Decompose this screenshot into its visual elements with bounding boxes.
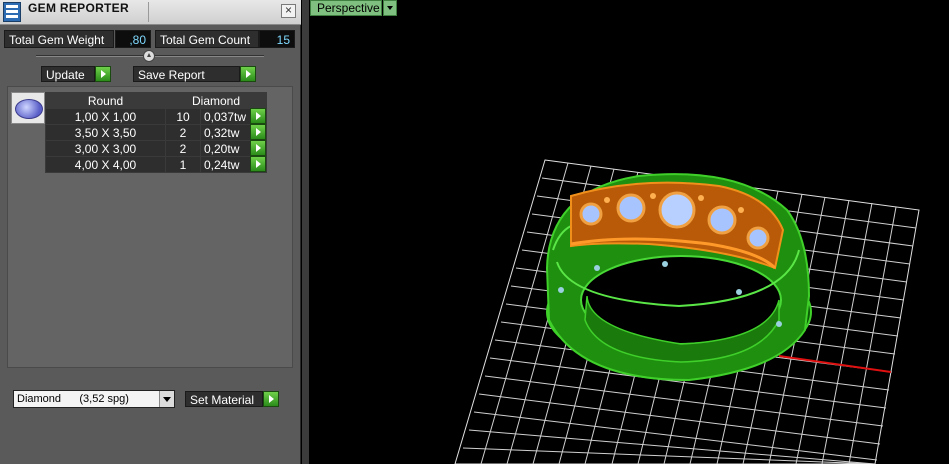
material-select[interactable]: Diamond (3,52 spg) xyxy=(13,390,175,408)
panel-divider[interactable] xyxy=(302,0,309,464)
gem-weight-cell: 0,20tw xyxy=(200,140,267,157)
gem-size: 3,00 X 3,00 xyxy=(45,140,166,157)
title-bar[interactable]: GEM REPORTER × xyxy=(0,0,301,25)
gem-count: 1 xyxy=(165,156,201,173)
ring-model[interactable] xyxy=(545,173,812,382)
gem-count: 2 xyxy=(165,140,201,157)
table-row: 3,50 X 3,50 2 0,32tw xyxy=(45,124,267,141)
update-go-icon[interactable] xyxy=(95,66,111,82)
total-gem-count-label: Total Gem Count xyxy=(155,30,259,48)
x-axis-line xyxy=(778,355,892,373)
gem-table-header: Round Diamond xyxy=(45,92,267,109)
gem-table: Round Diamond 1,00 X 1,00 10 0,037tw 3,5… xyxy=(45,92,267,173)
gem-size: 3,50 X 3,50 xyxy=(45,124,166,141)
title-divider xyxy=(148,2,149,22)
play-arrow-icon[interactable] xyxy=(250,108,266,124)
total-gem-count-value: 15 xyxy=(259,30,295,48)
app-root: GEM REPORTER × Total Gem Weight ,80 Tota… xyxy=(0,0,949,464)
play-arrow-icon[interactable] xyxy=(250,156,266,172)
gem-stone xyxy=(707,205,737,235)
gem-count: 2 xyxy=(165,124,201,141)
play-arrow-icon[interactable] xyxy=(250,124,266,140)
set-material-button[interactable]: Set Material xyxy=(185,391,263,407)
set-material-go-icon[interactable] xyxy=(263,391,279,407)
gem-count: 10 xyxy=(165,108,201,125)
play-arrow-icon[interactable] xyxy=(250,140,266,156)
gem-weight: 0,037tw xyxy=(204,109,247,124)
gem-weight-cell: 0,32tw xyxy=(200,124,267,141)
gem-weight: 0,20tw xyxy=(204,141,240,156)
update-button[interactable]: Update xyxy=(41,66,95,82)
ring-scene xyxy=(454,159,920,464)
total-gem-weight-value: ,80 xyxy=(115,30,151,48)
gem-stone xyxy=(579,202,603,226)
shape-header: Round xyxy=(45,92,166,109)
save-report-go-icon[interactable] xyxy=(240,66,256,82)
close-icon[interactable]: × xyxy=(281,4,296,18)
gem-size: 1,00 X 1,00 xyxy=(45,108,166,125)
save-report-button[interactable]: Save Report xyxy=(133,66,240,82)
table-row: 3,00 X 3,00 2 0,20tw xyxy=(45,140,267,157)
dropdown-arrow-icon[interactable] xyxy=(159,391,174,407)
gem-weight: 0,24tw xyxy=(204,157,240,172)
slider-knob-icon[interactable] xyxy=(143,50,155,62)
gem-weight-cell: 0,037tw xyxy=(200,108,267,125)
material-header: Diamond xyxy=(165,92,267,109)
gem-weight: 0,32tw xyxy=(204,125,240,140)
total-gem-weight-label: Total Gem Weight xyxy=(4,30,114,48)
gem-stone xyxy=(616,193,646,223)
table-row: 4,00 X 4,00 1 0,24tw xyxy=(45,156,267,173)
gem-reporter-app-icon xyxy=(3,2,21,22)
table-row: 1,00 X 1,00 10 0,037tw xyxy=(45,108,267,125)
gem-reporter-panel: GEM REPORTER × Total Gem Weight ,80 Tota… xyxy=(0,0,301,464)
gem-weight-cell: 0,24tw xyxy=(200,156,267,173)
gem-stone xyxy=(746,226,770,250)
round-gem-icon[interactable] xyxy=(11,92,45,124)
gem-size: 4,00 X 4,00 xyxy=(45,156,166,173)
window-title: GEM REPORTER xyxy=(28,1,129,15)
gem-stone xyxy=(658,191,696,229)
material-select-value: Diamond (3,52 spg) xyxy=(17,393,129,405)
